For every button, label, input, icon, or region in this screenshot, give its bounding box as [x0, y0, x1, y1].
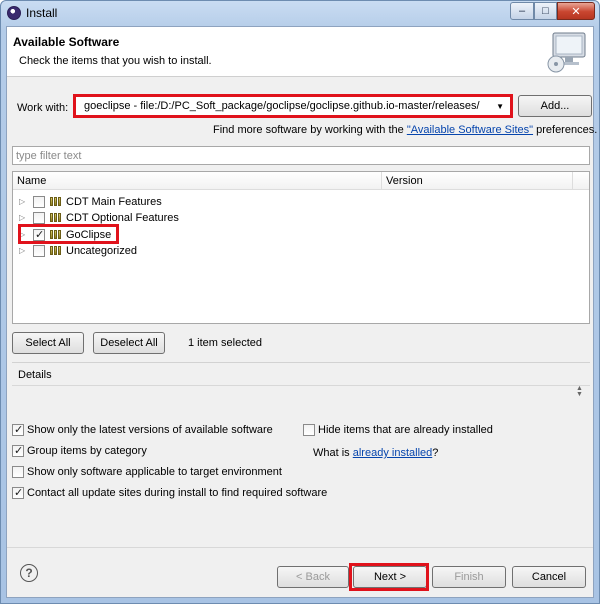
row-checkbox[interactable]: [33, 245, 45, 257]
row-label: CDT Main Features: [66, 196, 162, 208]
wizard-footer: ? < Back Next > Finish Cancel: [7, 547, 593, 597]
software-table: Name Version ▷ CDT Main Features ▷ CDT O…: [12, 171, 590, 324]
details-text-area[interactable]: [12, 385, 590, 428]
more-software-suffix: preferences.: [536, 124, 598, 136]
already-installed-link[interactable]: already installed: [353, 447, 433, 459]
wizard-header: Available Software Check the items that …: [7, 27, 593, 77]
work-with-combo[interactable]: goeclipse - file:/D:/PC_Soft_package/goc…: [73, 94, 513, 118]
selected-count: 1 item selected: [188, 337, 262, 349]
row-checkbox[interactable]: [33, 196, 45, 208]
more-software-prefix: Find more software by working with the: [213, 124, 404, 136]
category-icon: [50, 213, 62, 223]
column-header-version[interactable]: Version: [382, 172, 573, 190]
help-icon[interactable]: ?: [20, 564, 38, 582]
dropdown-arrow-icon[interactable]: ▼: [496, 102, 504, 111]
contact-sites-checkbox[interactable]: [12, 486, 24, 499]
hide-installed-label: Hide items that are already installed: [318, 424, 493, 436]
category-icon: [50, 246, 62, 256]
table-row[interactable]: ▷ CDT Main Features: [13, 194, 589, 210]
page-title: Available Software: [13, 35, 120, 49]
deselect-all-button[interactable]: Deselect All: [93, 332, 165, 354]
more-software-text: Find more software by working with the "…: [213, 124, 597, 136]
next-highlight-box: [349, 563, 429, 591]
option-contact-sites[interactable]: Contact all update sites during install …: [12, 486, 328, 499]
finish-button[interactable]: Finish: [432, 566, 506, 588]
question-mark: ?: [432, 447, 439, 459]
eclipse-icon: [7, 6, 21, 20]
latest-versions-checkbox[interactable]: [12, 423, 24, 436]
expand-arrow-icon[interactable]: ▷: [19, 213, 25, 222]
expand-arrow-icon[interactable]: ▷: [19, 197, 25, 206]
option-hide-installed[interactable]: Hide items that are already installed: [303, 424, 493, 436]
maximize-button[interactable]: □: [534, 2, 557, 20]
applicable-only-label: Show only software applicable to target …: [27, 466, 282, 478]
latest-versions-label: Show only the latest versions of availab…: [27, 424, 273, 436]
contact-sites-label: Contact all update sites during install …: [27, 487, 328, 499]
group-by-category-label: Group items by category: [27, 445, 147, 457]
details-scroll-icon[interactable]: ▲ ▼: [576, 385, 583, 398]
row-label: Uncategorized: [66, 245, 137, 257]
install-monitor-icon: [547, 32, 586, 73]
group-by-category-checkbox[interactable]: [12, 444, 24, 457]
window-title: Install: [26, 6, 58, 20]
option-latest-versions[interactable]: Show only the latest versions of availab…: [12, 423, 273, 436]
option-applicable-only[interactable]: Show only software applicable to target …: [12, 466, 282, 478]
title-bar[interactable]: Install – □ ✕: [1, 1, 599, 25]
back-button[interactable]: < Back: [277, 566, 349, 588]
what-is-label: What is: [313, 447, 350, 459]
goclipse-highlight-box: [18, 224, 119, 244]
row-label: CDT Optional Features: [66, 212, 179, 224]
applicable-only-checkbox[interactable]: [12, 466, 24, 478]
dialog-body: Available Software Check the items that …: [6, 26, 597, 598]
work-with-label: Work with:: [17, 102, 69, 114]
row-checkbox[interactable]: [33, 212, 45, 224]
details-label: Details: [18, 369, 52, 381]
already-installed-text: What is already installed?: [313, 447, 438, 459]
option-group-by-category[interactable]: Group items by category: [12, 444, 147, 457]
column-header-filler: [573, 172, 589, 190]
filter-input[interactable]: type filter text: [12, 146, 590, 165]
select-all-button[interactable]: Select All: [12, 332, 84, 354]
table-row[interactable]: ▷ Uncategorized: [13, 243, 589, 259]
minimize-button[interactable]: –: [510, 2, 534, 20]
close-button[interactable]: ✕: [557, 2, 595, 20]
available-software-sites-link[interactable]: "Available Software Sites": [407, 124, 533, 136]
expand-arrow-icon[interactable]: ▷: [19, 246, 25, 255]
category-icon: [50, 197, 62, 207]
add-site-button[interactable]: Add...: [518, 95, 592, 117]
hide-installed-checkbox[interactable]: [303, 424, 315, 436]
cancel-button[interactable]: Cancel: [512, 566, 586, 588]
details-section: Details: [12, 362, 590, 408]
column-header-name[interactable]: Name: [13, 172, 382, 190]
install-window: Install – □ ✕ Available Software Check t…: [0, 0, 600, 604]
page-description: Check the items that you wish to install…: [19, 55, 212, 67]
work-with-value: goeclipse - file:/D:/PC_Soft_package/goc…: [84, 100, 480, 112]
